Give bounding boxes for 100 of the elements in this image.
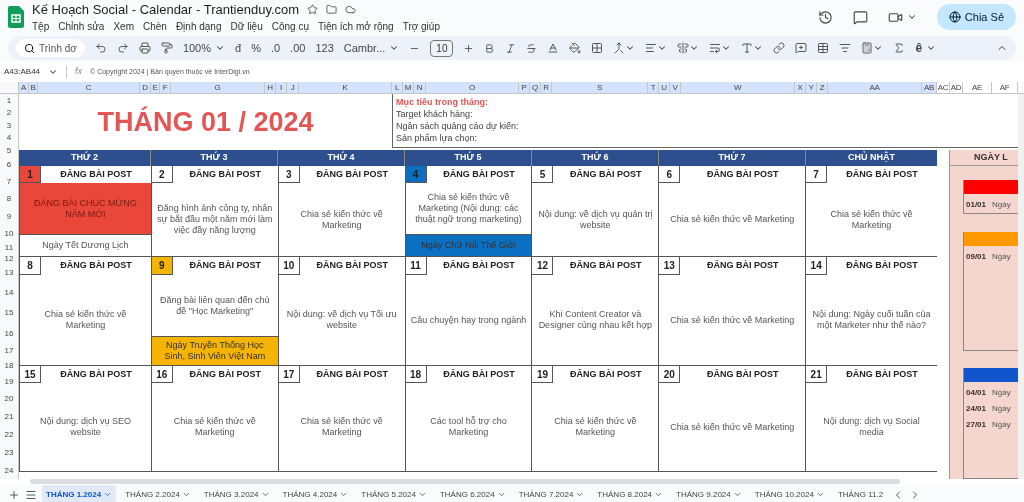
- sheet-tab[interactable]: THÁNG 7.2024: [514, 485, 589, 502]
- spreadsheet-logo[interactable]: [8, 6, 24, 28]
- column-header[interactable]: Q: [530, 82, 541, 93]
- menu-item[interactable]: Xem: [113, 19, 134, 35]
- row-header[interactable]: 19: [0, 373, 18, 390]
- borders-icon[interactable]: [591, 42, 604, 54]
- column-header[interactable]: D: [140, 82, 151, 93]
- column-header[interactable]: AF: [992, 82, 1018, 93]
- row-header[interactable]: 23: [0, 444, 18, 462]
- font-select[interactable]: Cambr...: [343, 39, 386, 57]
- row-header[interactable]: 6: [0, 157, 18, 173]
- menu-item[interactable]: Định dạng: [175, 19, 222, 35]
- vertical-align-icon[interactable]: [677, 42, 690, 54]
- all-sheets-icon[interactable]: [25, 488, 37, 501]
- sheet-tab[interactable]: THÁNG 5.2024: [357, 485, 431, 502]
- row-header[interactable]: 10: [0, 225, 18, 242]
- cloud-icon[interactable]: [345, 4, 357, 15]
- column-header[interactable]: H: [265, 82, 276, 93]
- caret-icon[interactable]: [753, 43, 764, 53]
- row-header[interactable]: 15: [0, 303, 18, 323]
- bold-icon[interactable]: [484, 42, 496, 54]
- column-header[interactable]: W: [681, 82, 795, 93]
- column-header[interactable]: N: [414, 82, 426, 93]
- functions-icon[interactable]: [893, 42, 906, 54]
- wrap-icon[interactable]: [709, 42, 722, 54]
- plus-icon[interactable]: [463, 42, 475, 54]
- row-header[interactable]: 4: [0, 132, 18, 144]
- sheet-tab[interactable]: THÁNG 9.2024: [672, 485, 746, 502]
- caret-icon[interactable]: [689, 43, 700, 53]
- column-header[interactable]: O: [426, 82, 519, 93]
- text-color-icon[interactable]: [547, 42, 560, 54]
- caret-icon[interactable]: [215, 43, 225, 53]
- column-header[interactable]: I: [276, 82, 287, 93]
- caret-icon[interactable]: [48, 67, 59, 77]
- row-header[interactable]: 24: [0, 462, 18, 479]
- row-header[interactable]: 2: [0, 107, 18, 119]
- caret-icon[interactable]: [873, 43, 884, 53]
- horizontal-scrollbar[interactable]: [30, 479, 900, 484]
- column-header[interactable]: X: [795, 82, 806, 93]
- sheet-tab[interactable]: THÁNG 1.2024: [42, 485, 117, 502]
- italic-icon[interactable]: [505, 42, 517, 54]
- row-header[interactable]: 17: [0, 344, 18, 358]
- column-header[interactable]: P: [519, 82, 530, 93]
- column-header[interactable]: V: [670, 82, 681, 93]
- column-header[interactable]: AB: [922, 82, 937, 93]
- menu-item[interactable]: Tiện ích mở rộng: [318, 19, 394, 35]
- increase-decimal[interactable]: .00: [290, 39, 306, 57]
- row-header[interactable]: 12: [0, 253, 18, 264]
- number-format[interactable]: 123: [315, 39, 334, 57]
- row-header[interactable]: 8: [0, 190, 18, 208]
- sheet-tab[interactable]: THÁNG 3.2024: [199, 485, 274, 502]
- column-header[interactable]: AC: [937, 82, 950, 93]
- column-header[interactable]: AD: [950, 82, 963, 93]
- add-comment-icon[interactable]: [795, 42, 808, 54]
- menu-item[interactable]: Chèn: [142, 19, 167, 35]
- caret-icon[interactable]: [625, 43, 636, 53]
- column-header[interactable]: G: [171, 82, 265, 93]
- document-title[interactable]: Kế Hoạch Social - Calendar - Trantienduy.com: [32, 0, 300, 20]
- caret-icon[interactable]: [926, 43, 937, 53]
- column-header[interactable]: Y: [806, 82, 817, 93]
- column-header[interactable]: F: [160, 82, 171, 93]
- paint-format-icon[interactable]: [160, 42, 173, 54]
- column-header[interactable]: Z: [817, 82, 828, 93]
- menu-item[interactable]: Tệp: [32, 19, 50, 35]
- caret-icon[interactable]: [389, 43, 400, 53]
- row-header[interactable]: 18: [0, 358, 18, 373]
- chart-icon[interactable]: [817, 42, 830, 54]
- menu-item[interactable]: Chỉnh sửa: [58, 19, 105, 35]
- sheet-tab[interactable]: THÁNG 10.2024: [750, 485, 829, 502]
- menu-search-field[interactable]: Trình đơ: [16, 39, 85, 57]
- add-sheet-icon[interactable]: [8, 488, 20, 501]
- column-header[interactable]: AE: [963, 82, 992, 93]
- percent-format[interactable]: %: [251, 39, 261, 57]
- row-header[interactable]: 22: [0, 426, 18, 444]
- history-icon[interactable]: [817, 9, 833, 25]
- filter-icon[interactable]: [839, 42, 852, 54]
- caret-icon[interactable]: [657, 43, 668, 53]
- redo-icon[interactable]: [116, 42, 129, 54]
- star-icon[interactable]: [307, 4, 319, 15]
- row-header[interactable]: 5: [0, 144, 18, 157]
- column-header[interactable]: K: [299, 82, 392, 93]
- link-icon[interactable]: [773, 42, 786, 54]
- row-header[interactable]: 14: [0, 282, 18, 303]
- input-tools[interactable]: ê: [915, 39, 923, 57]
- row-header[interactable]: 1: [0, 94, 18, 107]
- column-header[interactable]: U: [659, 82, 670, 93]
- row-header[interactable]: 21: [0, 408, 18, 426]
- undo-icon[interactable]: [94, 42, 107, 54]
- print-icon[interactable]: [138, 42, 151, 54]
- column-header[interactable]: L: [392, 82, 403, 93]
- column-header[interactable]: AA: [828, 82, 922, 93]
- sheet-tab[interactable]: THÁNG 6.2024: [435, 485, 510, 502]
- zoom-select[interactable]: 100%: [182, 39, 211, 57]
- merge-icon[interactable]: [613, 42, 626, 54]
- row-header[interactable]: 11: [0, 242, 18, 253]
- row-header[interactable]: 16: [0, 323, 18, 344]
- column-header[interactable]: S: [552, 82, 648, 93]
- sheet-tab[interactable]: THÁNG 2.2024: [121, 485, 195, 502]
- decrease-decimal[interactable]: .0: [270, 39, 281, 57]
- row-header[interactable]: 7: [0, 173, 18, 190]
